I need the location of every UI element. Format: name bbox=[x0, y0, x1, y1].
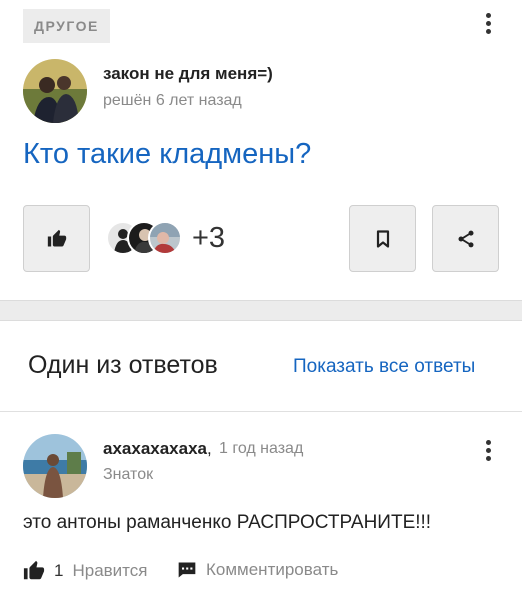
answer-author-name[interactable]: ахахахахаха, bbox=[103, 439, 212, 459]
answer-like-action[interactable]: 1 Нравится bbox=[23, 560, 147, 582]
thumb-up-icon bbox=[23, 560, 45, 580]
answer-time: 1 год назад bbox=[219, 440, 304, 457]
more-options-icon[interactable] bbox=[476, 11, 500, 35]
answer-like-label: Нравится bbox=[72, 561, 148, 580]
category-badge[interactable]: ДРУГОЕ bbox=[23, 9, 110, 43]
liker-avatar[interactable] bbox=[148, 221, 182, 255]
divider bbox=[0, 411, 522, 412]
like-button[interactable] bbox=[23, 205, 90, 272]
comment-icon bbox=[178, 562, 196, 578]
question-title[interactable]: Кто такие кладмены? bbox=[23, 138, 311, 171]
share-button[interactable] bbox=[432, 205, 499, 272]
extra-likers-count[interactable]: +3 bbox=[192, 222, 225, 255]
share-icon bbox=[458, 230, 473, 247]
bookmark-button[interactable] bbox=[349, 205, 416, 272]
answer-author-rank: Знаток bbox=[103, 466, 154, 483]
answer-comment-label: Комментировать bbox=[206, 560, 339, 579]
question-status: решён 6 лет назад bbox=[103, 92, 242, 109]
answer-text: это антоны раманченко РАСПРОСТРАНИТЕ!!! bbox=[23, 512, 432, 533]
answer-comment-action[interactable]: Комментировать bbox=[177, 560, 338, 580]
answers-section-title: Один из ответов bbox=[28, 351, 218, 379]
show-all-answers-link[interactable]: Показать все ответы bbox=[293, 356, 475, 378]
question-author-avatar[interactable] bbox=[23, 59, 87, 123]
question-card: ДРУГОЕ закон не для меня=) решён 6 лет н… bbox=[0, 0, 522, 301]
answers-card: Один из ответов Показать все ответы ахах… bbox=[0, 320, 522, 604]
answer-author-avatar[interactable] bbox=[23, 434, 87, 498]
question-author-name[interactable]: закон не для меня=) bbox=[103, 64, 273, 84]
bookmark-icon bbox=[376, 229, 389, 248]
thumb-up-icon bbox=[47, 229, 66, 246]
answer-like-count: 1 bbox=[54, 561, 64, 580]
answer-more-options-icon[interactable] bbox=[476, 438, 500, 462]
